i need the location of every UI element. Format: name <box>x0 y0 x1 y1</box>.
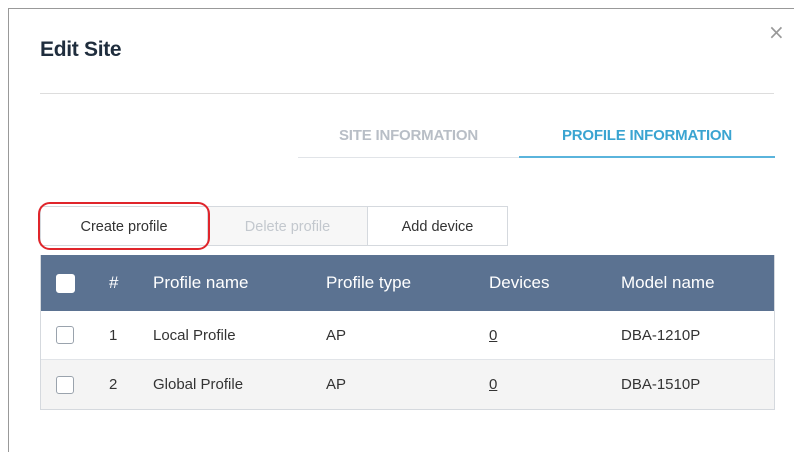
close-icon[interactable]: × <box>768 22 785 42</box>
row-number: 2 <box>109 376 118 393</box>
header-profile-type[interactable]: Profile type <box>326 255 411 311</box>
row-profile-name: Local Profile <box>153 326 236 344</box>
header-model-name[interactable]: Model name <box>621 255 715 311</box>
row-checkbox[interactable] <box>56 375 74 394</box>
delete-profile-button: Delete profile <box>208 206 368 246</box>
row-model-name: DBA-1210P <box>621 326 701 344</box>
tab-profile-information[interactable]: PROFILE INFORMATION <box>519 124 775 158</box>
tab-site-information[interactable]: SITE INFORMATION <box>298 124 519 158</box>
select-all-checkbox[interactable] <box>56 273 75 293</box>
row-profile-name: Global Profile <box>153 376 244 393</box>
row-devices-link[interactable]: 0 <box>489 376 497 393</box>
row-number: 1 <box>109 326 118 344</box>
create-profile-button[interactable]: Create profile <box>40 206 208 246</box>
row-profile-type: AP <box>326 376 347 393</box>
table-header: # Profile name Profile type Devices Mode… <box>41 255 774 311</box>
header-devices[interactable]: Devices <box>489 255 549 311</box>
row-profile-type: AP <box>326 326 347 344</box>
profile-toolbar: Create profile Delete profile Add device <box>40 206 508 246</box>
tab-bar: SITE INFORMATION PROFILE INFORMATION <box>298 124 775 158</box>
row-model-name: DBA-1510P <box>621 376 701 393</box>
header-profile-name[interactable]: Profile name <box>153 255 248 311</box>
table-row: 1 Local Profile AP 0 DBA-1210P <box>41 311 774 360</box>
add-device-button[interactable]: Add device <box>368 206 508 246</box>
profile-table: # Profile name Profile type Devices Mode… <box>40 255 775 410</box>
header-number: # <box>109 273 119 292</box>
table-row: 2 Global Profile AP 0 DBA-1510P <box>41 360 774 409</box>
dialog-title: Edit Site <box>40 38 122 61</box>
title-divider <box>40 93 774 94</box>
row-checkbox[interactable] <box>56 326 74 344</box>
row-devices-link[interactable]: 0 <box>489 327 497 344</box>
